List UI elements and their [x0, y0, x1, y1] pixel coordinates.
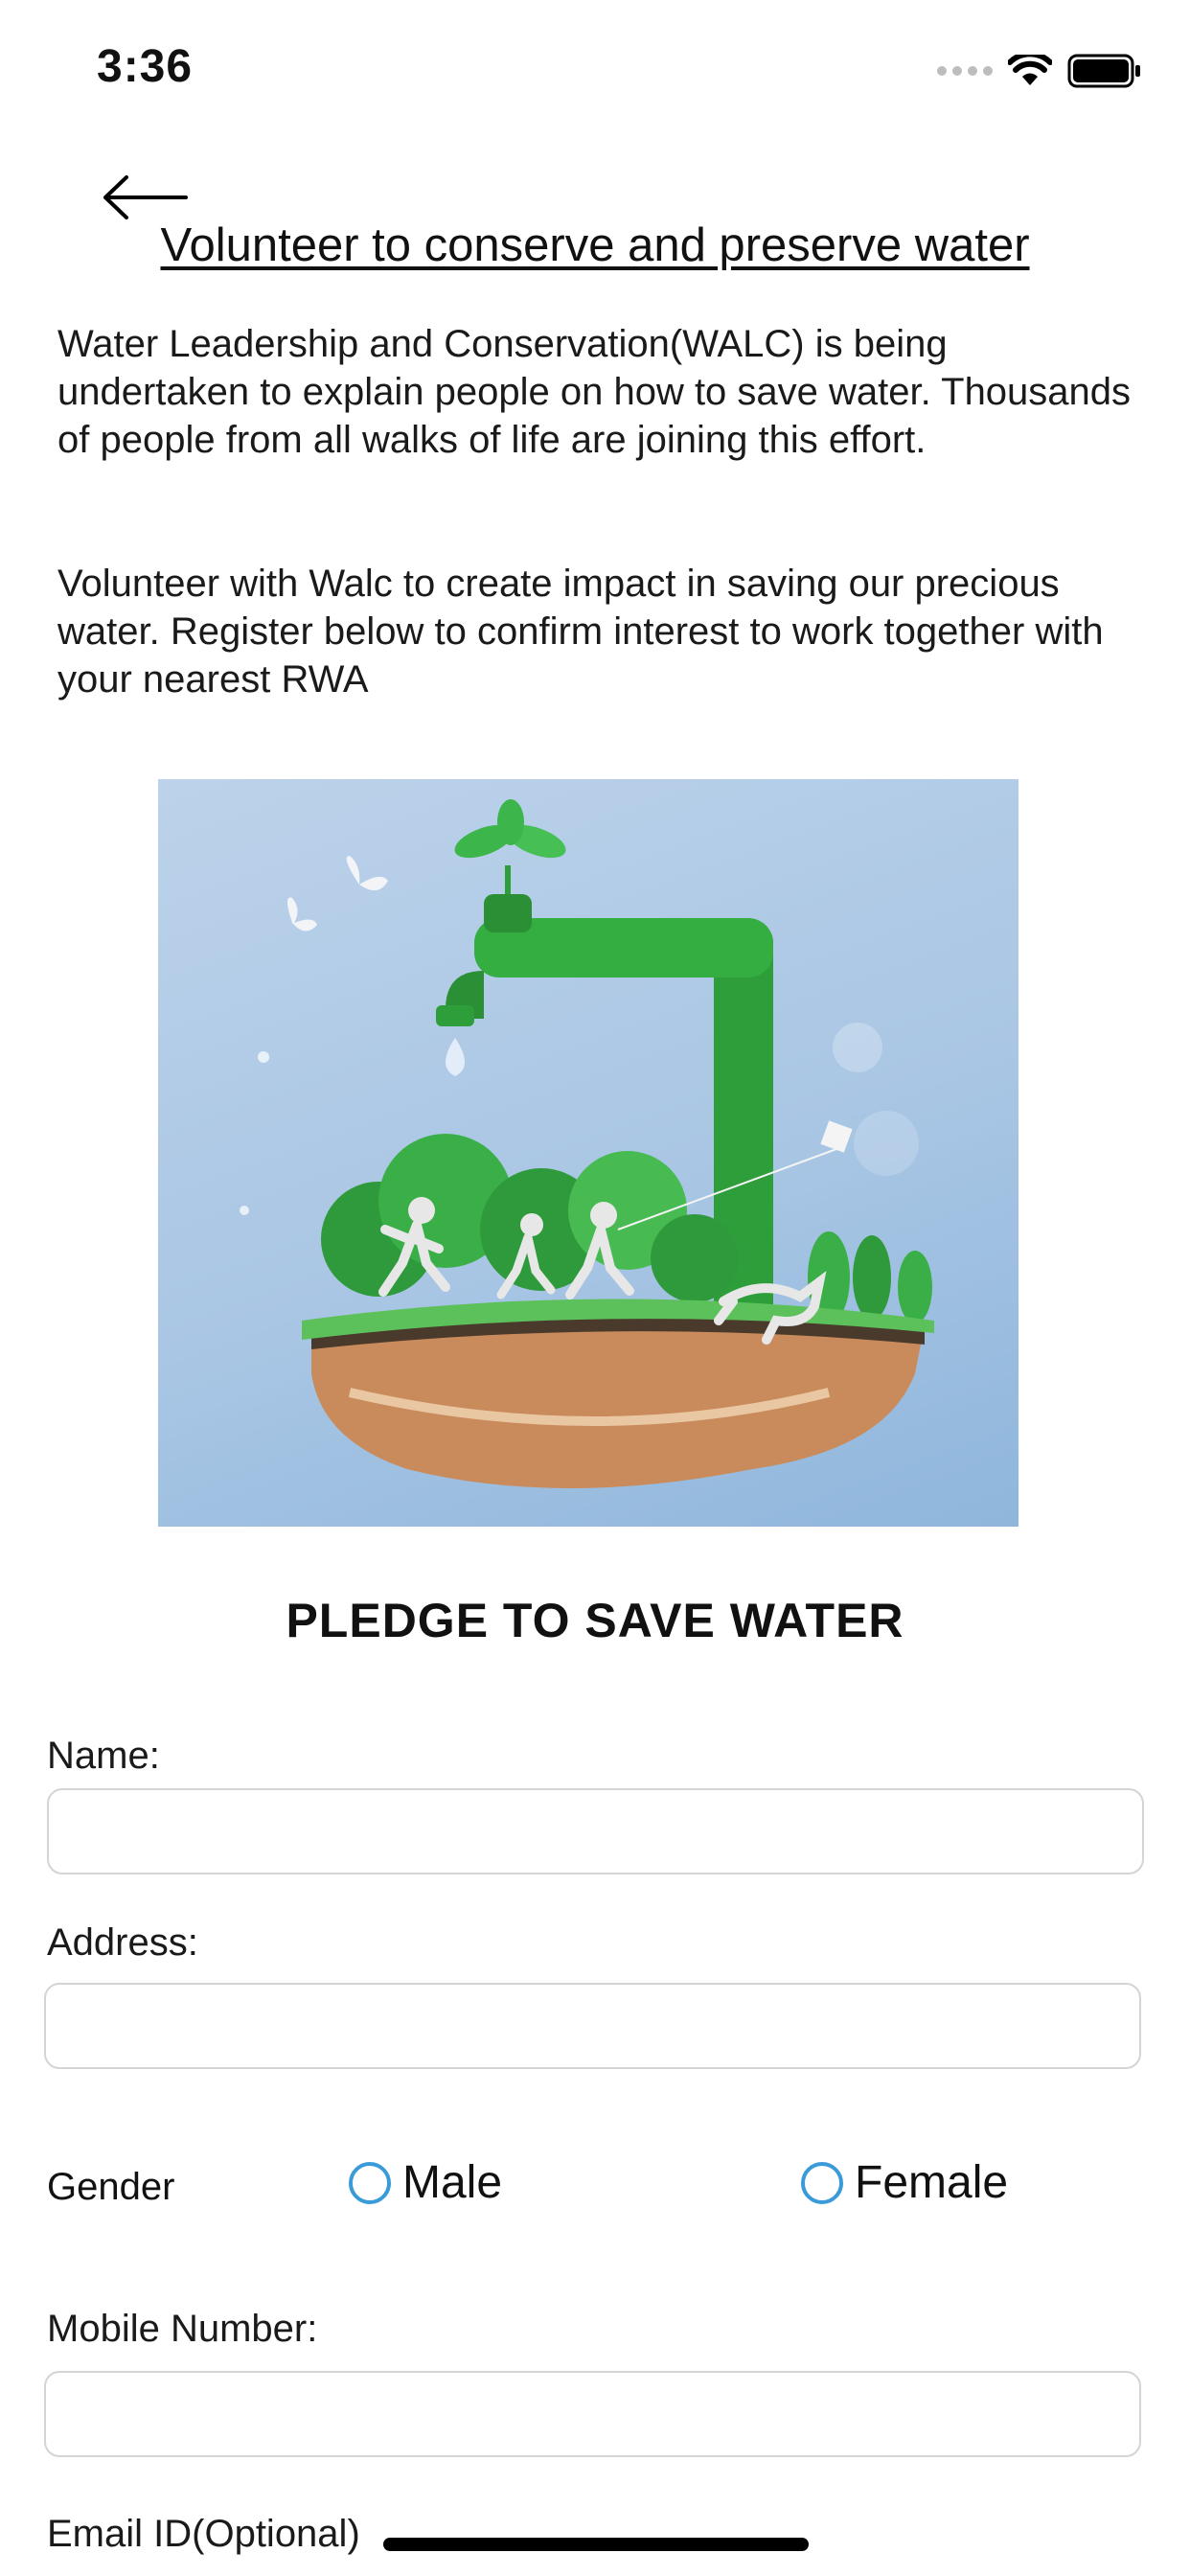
- name-input[interactable]: [47, 1788, 1144, 1874]
- radio-circle-icon: [349, 2161, 391, 2204]
- status-time: 3:36: [97, 41, 194, 92]
- home-indicator[interactable]: [383, 2538, 809, 2551]
- gender-radio-male[interactable]: Male: [349, 2156, 502, 2209]
- mobile-number-input[interactable]: [44, 2371, 1141, 2457]
- address-label: Address:: [47, 1921, 198, 1964]
- radio-circle-icon: [801, 2161, 843, 2204]
- radio-label-male: Male: [402, 2157, 503, 2208]
- status-indicators: [937, 54, 1142, 88]
- mobile-number-label: Mobile Number:: [47, 2308, 318, 2350]
- gender-label: Gender: [47, 2166, 175, 2208]
- pledge-heading: PLEDGE TO SAVE WATER: [286, 1594, 904, 1647]
- volunteer-page: 3:36 Volunteer to conserve and preserve …: [0, 0, 1190, 2576]
- wifi-icon: [1008, 55, 1052, 85]
- battery-icon: [1067, 54, 1140, 88]
- email-label: Email ID(Optional): [47, 2513, 360, 2555]
- water-conservation-illustration: [158, 779, 1018, 1527]
- page-title: Volunteer to conserve and preserve water: [160, 219, 1030, 271]
- intro-paragraph-1: Water Leadership and Conservation(WALC) …: [57, 323, 1132, 461]
- intro-paragraph-2: Volunteer with Walc to create impact in …: [57, 563, 1104, 701]
- radio-label-female: Female: [855, 2157, 1009, 2208]
- cellular-signal-icon: [937, 66, 993, 76]
- address-input[interactable]: [44, 1983, 1141, 2069]
- gender-radio-female[interactable]: Female: [801, 2156, 1008, 2209]
- arrow-left-icon: [103, 175, 188, 219]
- name-label: Name:: [47, 1735, 160, 1777]
